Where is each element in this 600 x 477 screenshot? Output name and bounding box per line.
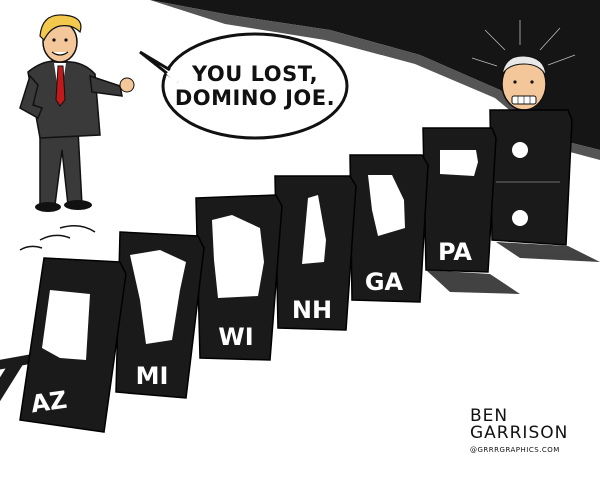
trump-figure [19, 14, 135, 212]
domino-wi: WI [195, 194, 283, 361]
speech-line-2: DOMINO JOE. [174, 86, 336, 110]
domino-label-ga: GA [365, 268, 404, 296]
wi-shape-icon [212, 215, 264, 298]
artist-signature: BEN GARRISON @GRRRGRAPHICS.COM [470, 408, 590, 455]
signature-last-name: GARRISON [470, 423, 569, 443]
domino-az: AZ [19, 225, 127, 433]
domino-label-az: AZ [29, 386, 69, 419]
domino-label-pa: PA [438, 238, 472, 266]
az-shape-icon [42, 290, 90, 360]
speech-bubble: YOU LOST, DOMINO JOE. [170, 40, 340, 132]
domino-pa: PA [422, 127, 497, 273]
motion-lines [19, 225, 96, 251]
domino-ga: GA [349, 154, 429, 303]
domino-joe [489, 109, 573, 246]
domino-label-mi: MI [136, 362, 169, 390]
domino-label-wi: WI [218, 323, 253, 351]
domino-label-nh: NH [292, 296, 332, 324]
cartoon-stage: AUDIT [0, 0, 600, 477]
domino-mi: MI [115, 231, 205, 399]
speech-line-1: YOU LOST, [191, 62, 319, 86]
signature-url: @GRRRGRAPHICS.COM [470, 446, 560, 454]
pa-shape-icon [440, 150, 478, 176]
domino-nh: NH [274, 175, 357, 331]
